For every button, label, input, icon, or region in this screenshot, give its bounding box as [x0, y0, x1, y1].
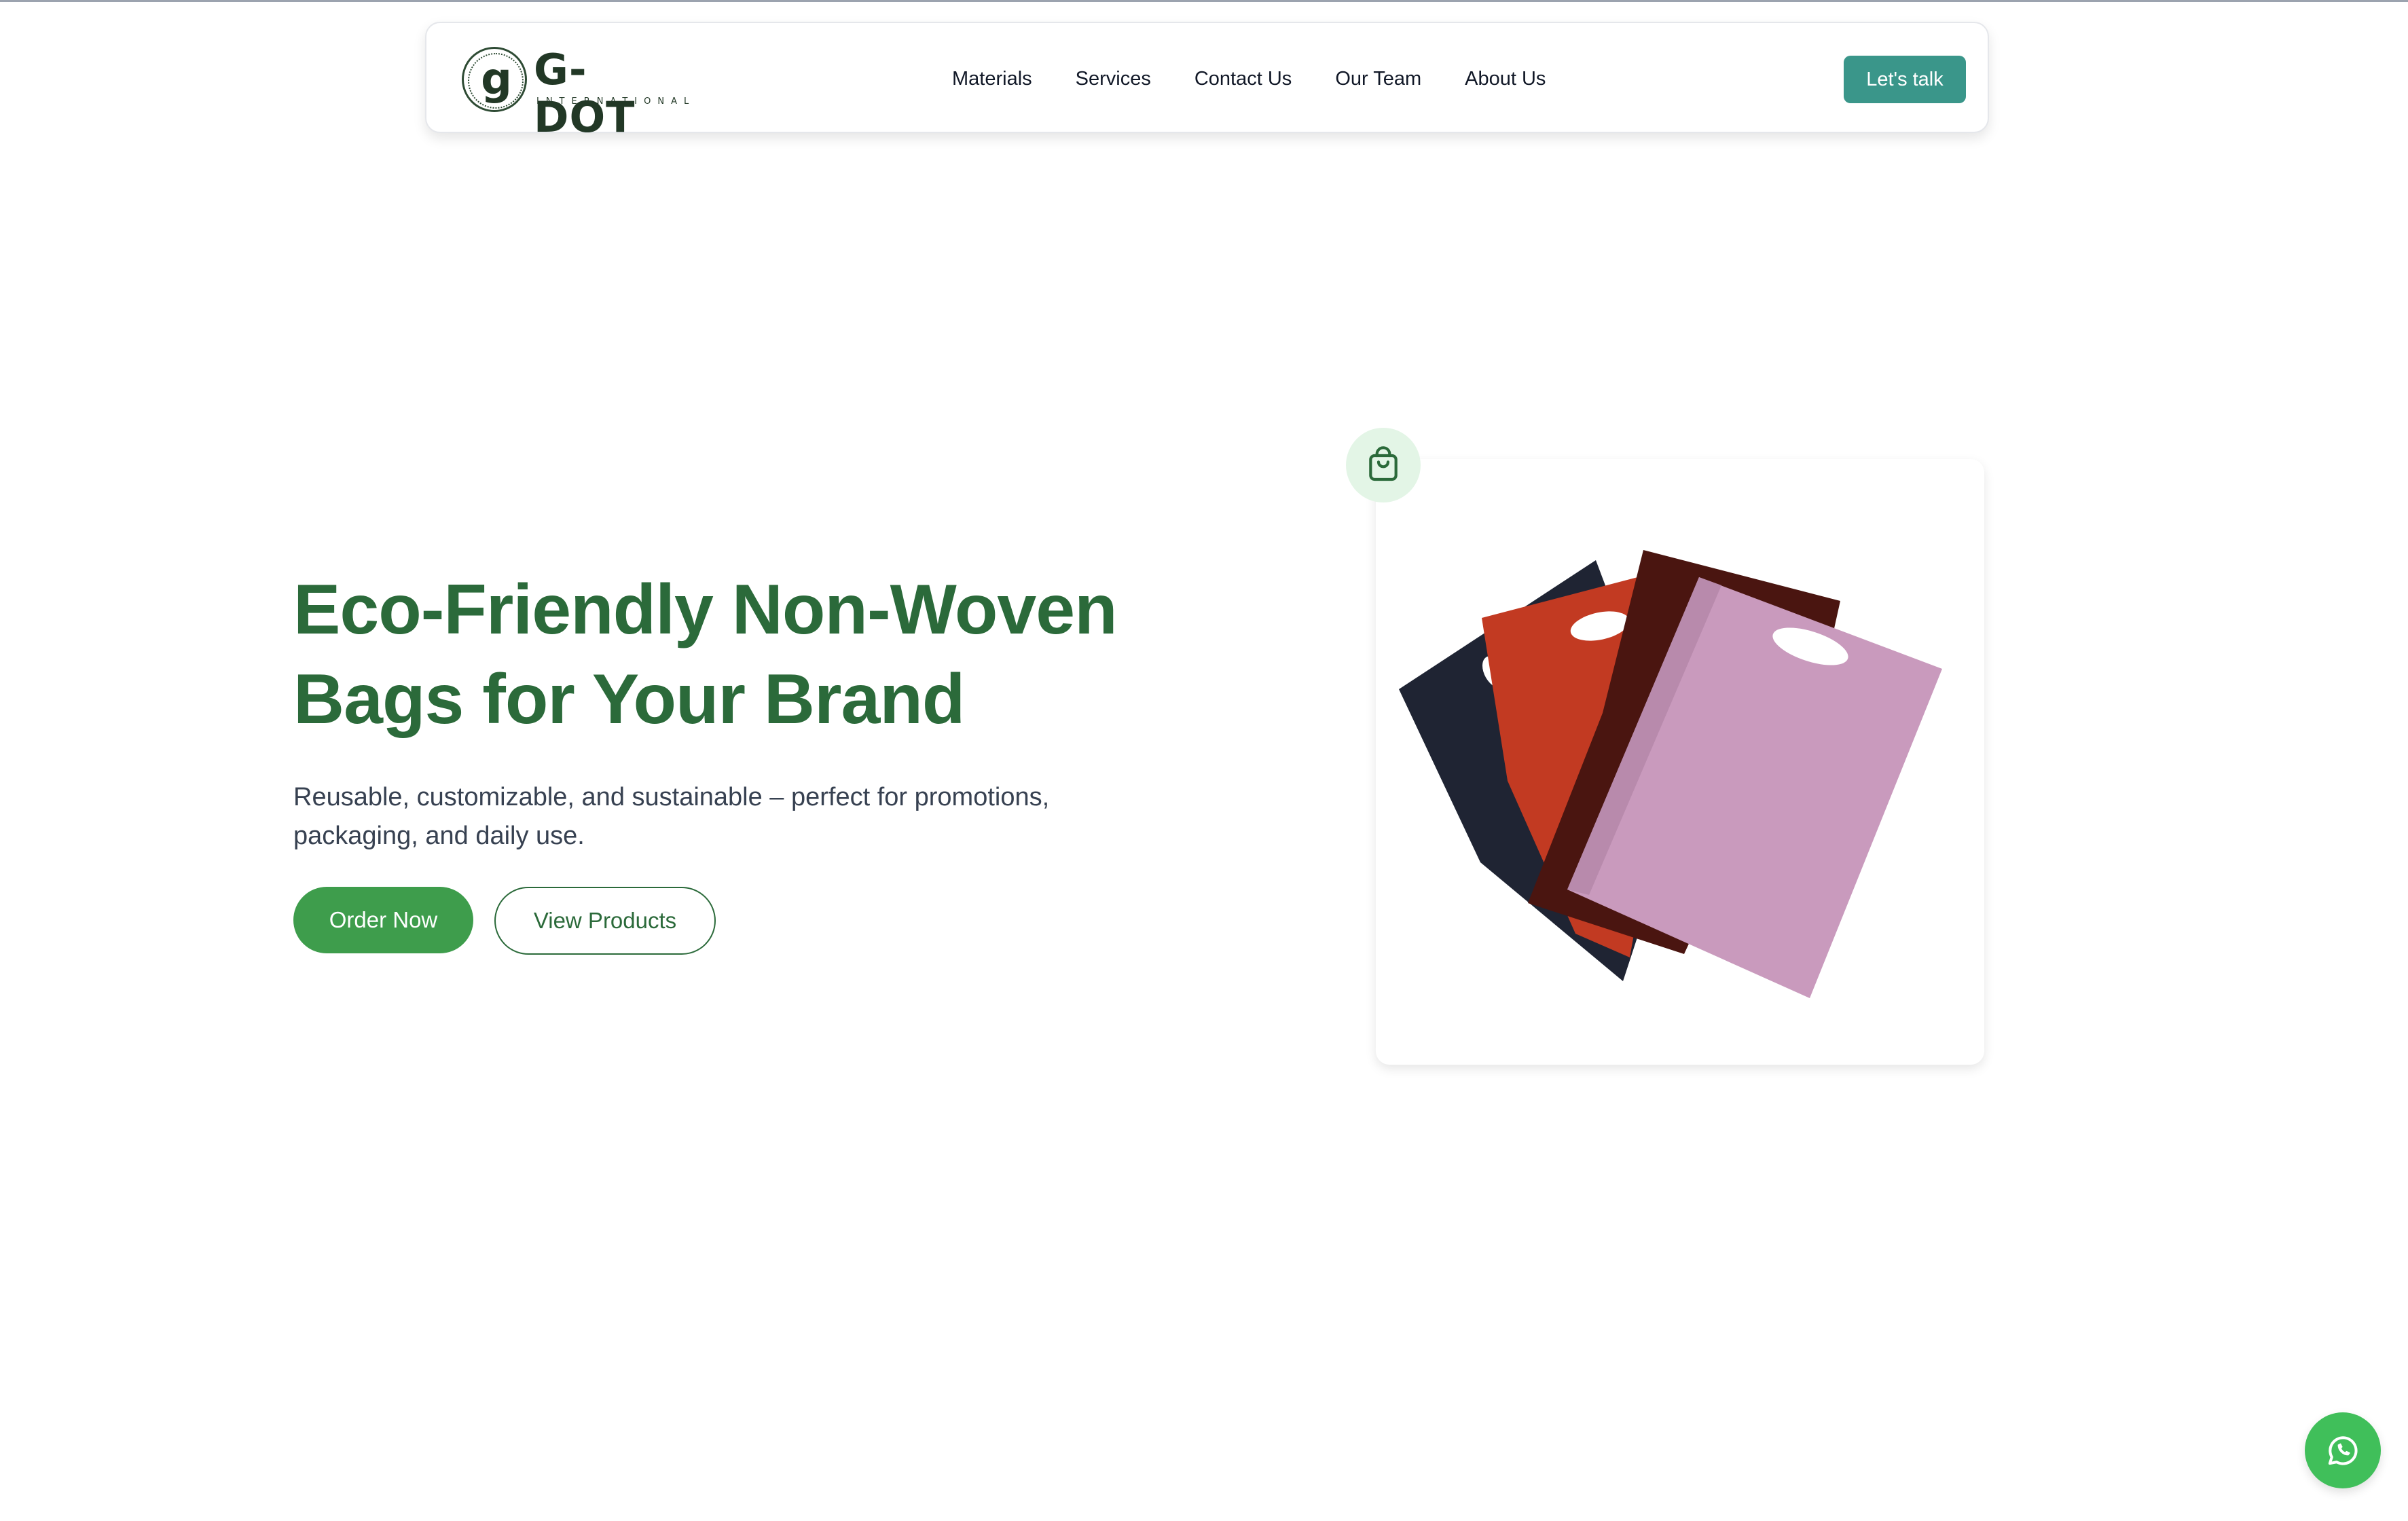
brand-name: G-DOT — [534, 45, 636, 142]
hero-subtitle-line-2: packaging, and daily use. — [293, 822, 585, 850]
hero-subtitle-line-1: Reusable, customizable, and sustainable … — [293, 783, 1050, 811]
hero-subtitle: Reusable, customizable, and sustainable … — [293, 778, 1149, 856]
hero-title: Eco-Friendly Non-Woven Bags for Your Bra… — [293, 565, 1176, 744]
hero-title-line-1: Eco-Friendly Non-Woven — [293, 570, 1118, 649]
shopping-bag-badge — [1346, 428, 1421, 502]
logo-seal-icon: g — [462, 47, 527, 112]
nav-our-team[interactable]: Our Team — [1335, 65, 1421, 92]
whatsapp-icon — [2328, 1436, 2358, 1465]
nav-about-us[interactable]: About Us — [1465, 65, 1546, 92]
brand-tagline: INTERNATIONAL — [536, 96, 696, 107]
brand-logo[interactable]: g G-DOT INTERNATIONAL — [462, 42, 689, 141]
nav-materials[interactable]: Materials — [952, 65, 1032, 92]
nav-contact-us[interactable]: Contact Us — [1194, 65, 1292, 92]
lets-talk-button[interactable]: Let's talk — [1844, 56, 1966, 103]
site-header: g G-DOT INTERNATIONAL Materials Services… — [425, 22, 1989, 141]
order-now-button[interactable]: Order Now — [293, 887, 473, 953]
shopping-bag-icon — [1369, 446, 1398, 481]
logo-mark: g — [481, 54, 512, 105]
whatsapp-button[interactable] — [2305, 1412, 2381, 1488]
bags-image — [1399, 550, 1942, 998]
main-nav: Materials Services Contact Us Our Team A… — [952, 23, 1546, 134]
nav-services[interactable]: Services — [1076, 65, 1151, 92]
view-products-button[interactable]: View Products — [494, 887, 716, 955]
hero-title-line-2: Bags for Your Brand — [293, 660, 965, 739]
top-border — [0, 0, 2408, 2]
